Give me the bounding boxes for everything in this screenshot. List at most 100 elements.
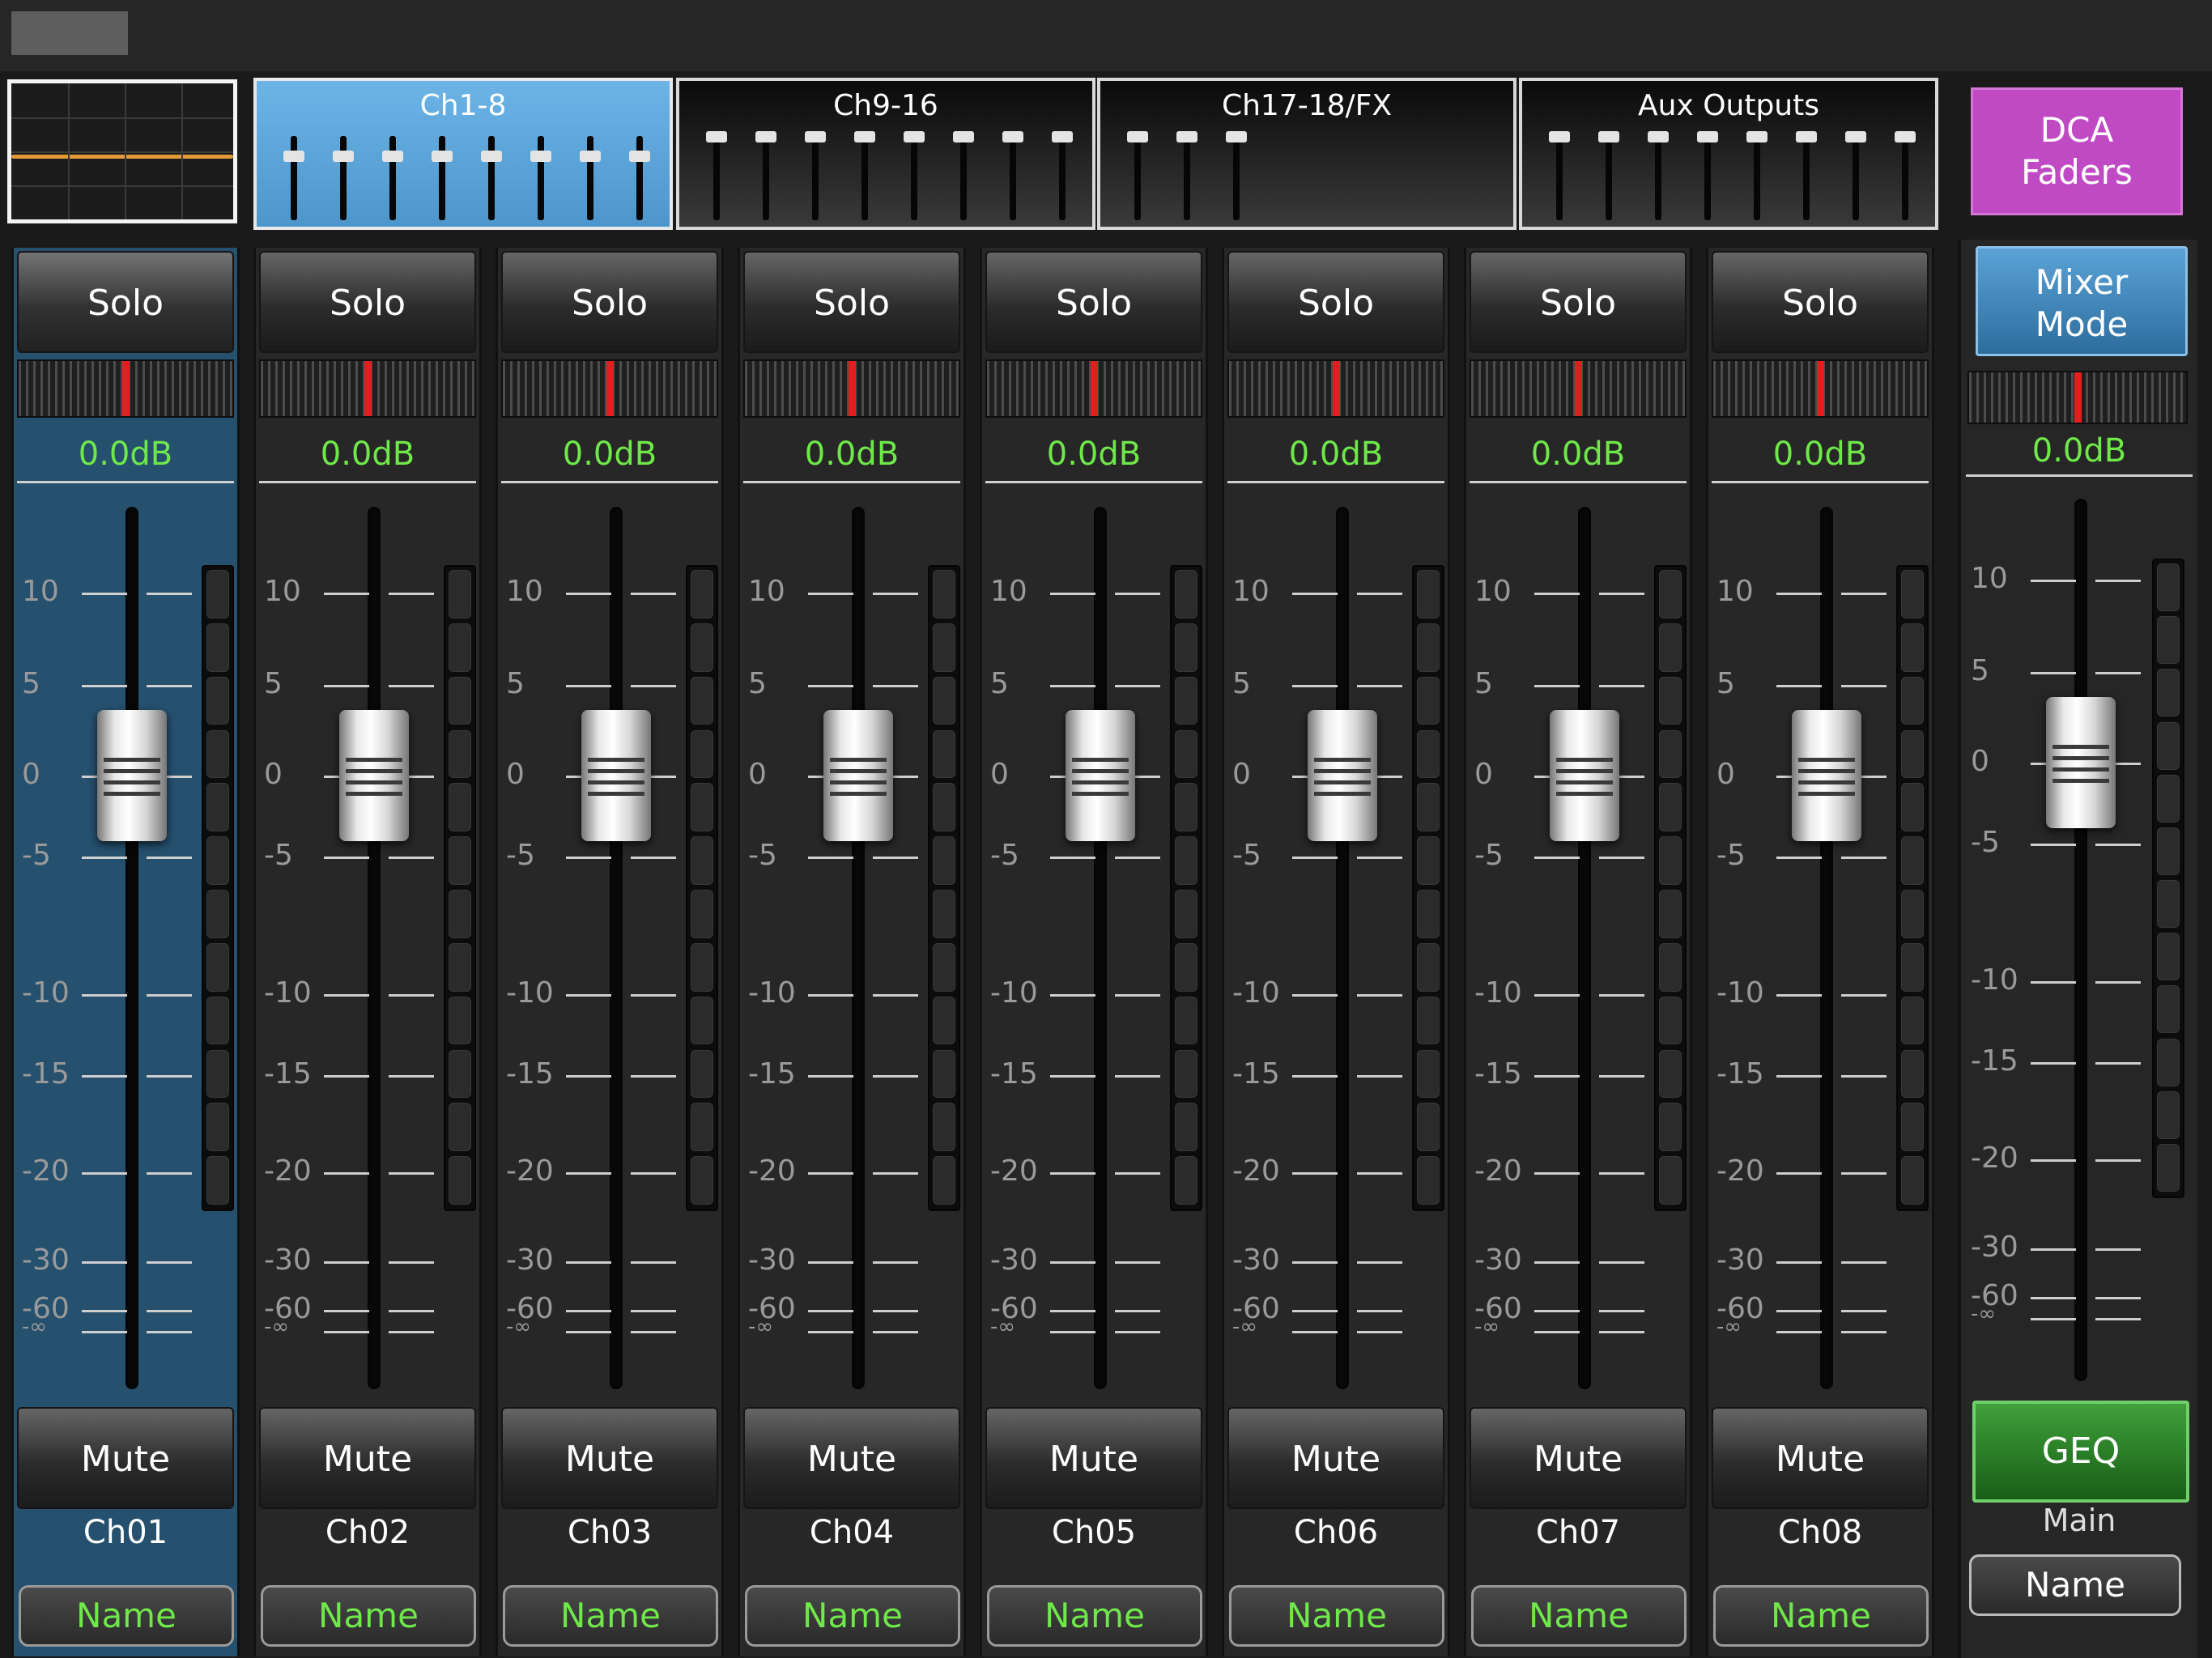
mini-fader-knob: [1052, 131, 1073, 142]
solo-button[interactable]: Solo: [17, 251, 234, 353]
mute-button[interactable]: Mute: [17, 1407, 234, 1509]
bank-tab-label: Ch1-8: [419, 89, 507, 122]
level-meter-segment: [1417, 1049, 1440, 1099]
fader-scale-tick: [808, 1331, 853, 1333]
solo-button[interactable]: Solo: [259, 251, 476, 353]
fader-track[interactable]: [125, 507, 138, 1389]
pan-bar[interactable]: [259, 359, 476, 418]
fader-scale-tick: [1292, 1075, 1338, 1078]
fader-scale-tick: [1534, 1261, 1580, 1264]
channel-name-button[interactable]: Name: [19, 1585, 234, 1647]
level-meter-segment: [933, 783, 955, 832]
pan-bar[interactable]: [501, 359, 718, 418]
fader-scale-label: -30: [990, 1244, 1038, 1277]
fader-track[interactable]: [610, 507, 623, 1389]
fader-scale-label: -∞: [1474, 1315, 1500, 1339]
fader-track[interactable]: [1094, 507, 1107, 1389]
mute-button[interactable]: Mute: [259, 1407, 476, 1509]
level-underline: [985, 481, 1202, 483]
level-meter-segment: [1901, 1103, 1924, 1152]
mini-fader-knob: [1648, 131, 1669, 142]
level-meter-segment: [206, 783, 229, 832]
solo-button[interactable]: Solo: [985, 251, 1202, 353]
mute-button[interactable]: Mute: [1470, 1407, 1687, 1509]
channel-name-button[interactable]: Name: [745, 1585, 960, 1647]
mini-fader-track: [1556, 136, 1563, 220]
channel-id-label: Ch04: [809, 1514, 895, 1551]
solo-button[interactable]: Solo: [1470, 251, 1687, 353]
fader-scale-label: -15: [1232, 1057, 1280, 1090]
mixer-mode-label-line2: Mode: [2035, 304, 2129, 344]
main-pan-bar[interactable]: [1967, 371, 2188, 424]
mini-fader-track: [1010, 136, 1016, 220]
main-name-button[interactable]: Name: [1969, 1554, 2181, 1616]
channel-name-button[interactable]: Name: [261, 1585, 476, 1647]
fader-scale-tick: [1292, 1331, 1338, 1333]
channel-name-button[interactable]: Name: [987, 1585, 1202, 1647]
bank-tab-2[interactable]: Ch9-16: [676, 78, 1095, 230]
fader-track[interactable]: [1336, 507, 1349, 1389]
pan-bar[interactable]: [1712, 359, 1929, 418]
fader-scale-tick: [1292, 857, 1338, 859]
mute-button[interactable]: Mute: [1712, 1407, 1929, 1509]
main-fader-track[interactable]: [2074, 499, 2087, 1381]
main-fader-knob[interactable]: [2046, 697, 2116, 828]
fader-knob[interactable]: [823, 710, 893, 841]
level-meter-segment: [1901, 729, 1924, 779]
fader-scale-tick: [2031, 1159, 2076, 1162]
fader-knob[interactable]: [581, 710, 651, 841]
mute-button[interactable]: Mute: [501, 1407, 718, 1509]
fader-scale-tick: [2095, 672, 2141, 674]
pan-bar[interactable]: [1227, 359, 1444, 418]
eq-curve-thumbnail[interactable]: [7, 79, 237, 223]
level-meter-segment: [691, 783, 713, 832]
fader-knob[interactable]: [97, 710, 167, 841]
fader-knob-grip: [1556, 780, 1613, 784]
bank-tab-3[interactable]: Ch17-18/FX: [1097, 78, 1516, 230]
level-meter-segment: [2157, 1143, 2180, 1192]
channel-name-button[interactable]: Name: [1229, 1585, 1444, 1647]
fader-track[interactable]: [852, 507, 865, 1389]
fader-scale-label: -∞: [22, 1315, 48, 1339]
solo-button[interactable]: Solo: [1227, 251, 1444, 353]
level-meter-segment: [1901, 890, 1924, 938]
mute-button[interactable]: Mute: [985, 1407, 1202, 1509]
mini-fader-knob: [629, 151, 650, 162]
solo-button[interactable]: Solo: [501, 251, 718, 353]
dca-faders-button[interactable]: DCA Faders: [1971, 87, 2183, 215]
level-meter-segment: [1417, 942, 1440, 992]
level-meter-segment: [1417, 676, 1440, 725]
fader-scale-tick: [1115, 1331, 1160, 1333]
channel-strip-2: Solo 0.0dB 10 5 0 -5 -10 -15 -20 -30 -60 -∞ Mute Ch02…: [253, 248, 482, 1656]
solo-button[interactable]: Solo: [743, 251, 960, 353]
fader-scale-tick: [1534, 994, 1580, 997]
geq-button[interactable]: GEQ: [1972, 1401, 2189, 1503]
fader-knob[interactable]: [1792, 710, 1861, 841]
fader-track[interactable]: [1578, 507, 1591, 1389]
mute-button[interactable]: Mute: [743, 1407, 960, 1509]
mute-button[interactable]: Mute: [1227, 1407, 1444, 1509]
fader-knob[interactable]: [339, 710, 409, 841]
fader-scale-label: -20: [264, 1154, 312, 1188]
level-meter-segment: [2157, 985, 2180, 1034]
channel-name-button[interactable]: Name: [1713, 1585, 1929, 1647]
fader-scale-label: -10: [748, 976, 796, 1010]
pan-bar[interactable]: [743, 359, 960, 418]
fader-knob[interactable]: [1550, 710, 1619, 841]
solo-button[interactable]: Solo: [1712, 251, 1929, 353]
level-meter-segment: [1901, 996, 1924, 1045]
fader-track[interactable]: [1820, 507, 1833, 1389]
fader-knob[interactable]: [1066, 710, 1135, 841]
pan-bar[interactable]: [1470, 359, 1687, 418]
channel-name-button[interactable]: Name: [1471, 1585, 1687, 1647]
fader-knob[interactable]: [1308, 710, 1377, 841]
bank-tab-4[interactable]: Aux Outputs: [1519, 78, 1938, 230]
mixer-mode-button[interactable]: Mixer Mode: [1976, 246, 2188, 356]
channel-name-button[interactable]: Name: [503, 1585, 718, 1647]
fader-scale-label: 10: [22, 575, 59, 608]
fader-track[interactable]: [368, 507, 381, 1389]
pan-bar[interactable]: [17, 359, 234, 418]
pan-bar[interactable]: [985, 359, 1202, 418]
fader-scale-tick: [1599, 685, 1644, 687]
bank-tab-1[interactable]: Ch1-8: [253, 78, 673, 230]
